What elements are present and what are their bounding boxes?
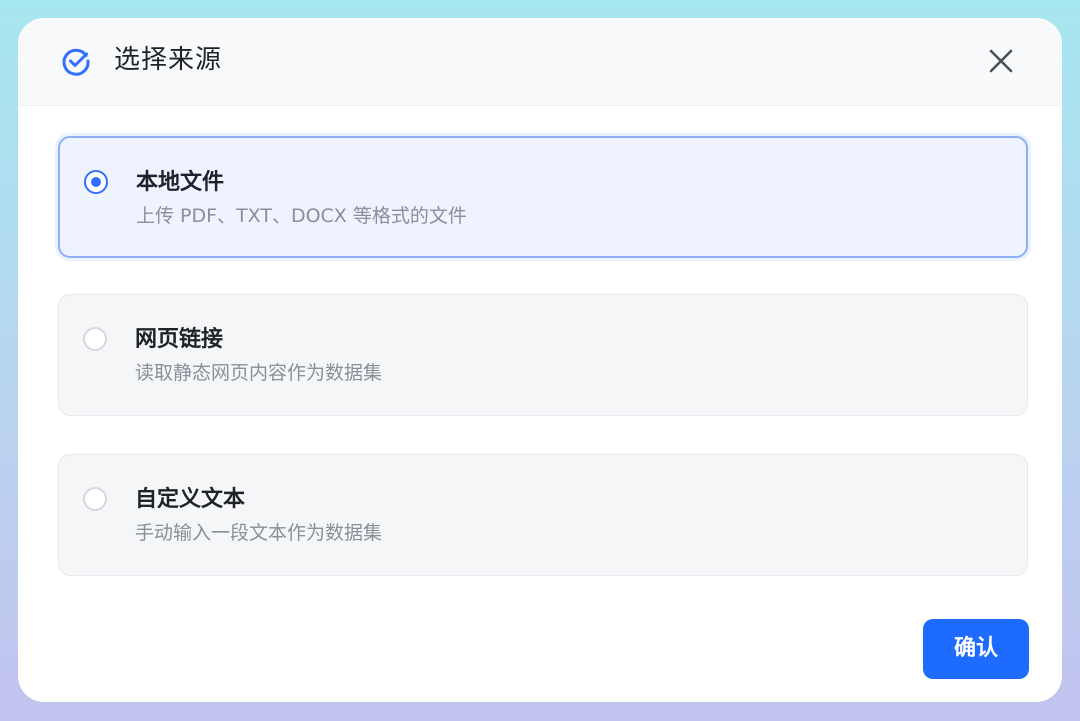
option-title: 自定义文本 <box>135 487 246 512</box>
option-local-file[interactable]: 本地文件 上传 PDF、TXT、DOCX 等格式的文件 <box>58 136 1028 258</box>
option-title: 网页链接 <box>135 327 224 352</box>
radio-dot <box>91 177 101 187</box>
radio-local-file[interactable] <box>84 170 108 194</box>
option-custom-text[interactable]: 自定义文本 手动输入一段文本作为数据集 <box>58 454 1028 576</box>
option-description: 读取静态网页内容作为数据集 <box>135 362 383 384</box>
option-description: 手动输入一段文本作为数据集 <box>135 522 383 544</box>
select-source-dialog: 选择来源 本地文件 上传 PDF、TXT、DOCX 等格式的文件 网页链接 读取… <box>18 18 1062 702</box>
dialog-header: 选择来源 <box>18 18 1062 106</box>
close-icon[interactable] <box>984 44 1018 78</box>
option-web-link[interactable]: 网页链接 读取静态网页内容作为数据集 <box>58 294 1028 416</box>
option-description: 上传 PDF、TXT、DOCX 等格式的文件 <box>136 205 467 227</box>
check-circle-icon <box>62 48 90 76</box>
dialog-title: 选择来源 <box>114 45 223 75</box>
radio-custom-text[interactable] <box>83 487 107 511</box>
confirm-button[interactable]: 确认 <box>923 619 1029 679</box>
option-title: 本地文件 <box>136 170 225 195</box>
radio-web-link[interactable] <box>83 327 107 351</box>
